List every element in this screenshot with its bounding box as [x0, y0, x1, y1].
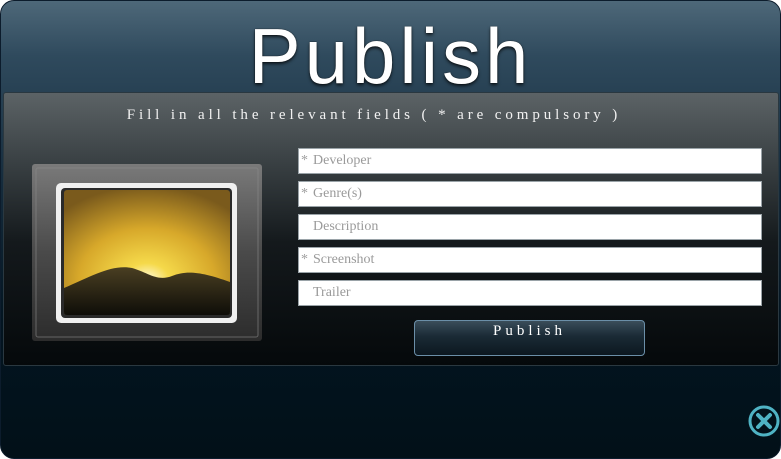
dialog-title: Publish [248, 12, 533, 100]
publish-dialog: Publish Fill in all the relevant fields … [0, 0, 781, 459]
trailer-field[interactable]: Trailer [298, 280, 762, 306]
required-marker: * [301, 252, 308, 267]
genre-placeholder: Genre(s) [313, 186, 362, 201]
required-marker: * [301, 153, 308, 168]
developer-field[interactable]: * Developer [298, 148, 762, 174]
description-field[interactable]: Description [298, 214, 762, 240]
developer-placeholder: Developer [313, 153, 372, 168]
required-marker: * [301, 186, 308, 201]
instructions-text: Fill in all the relevant fields ( * are … [126, 107, 622, 123]
close-icon[interactable] [747, 404, 780, 438]
image-placeholder-icon[interactable] [32, 164, 262, 341]
screenshot-placeholder: Screenshot [313, 252, 375, 267]
form-fields: * Developer * Genre(s) Description * Screen… [298, 148, 764, 313]
publish-button[interactable]: Publish [414, 320, 645, 356]
description-placeholder: Description [313, 219, 379, 234]
genre-field[interactable]: * Genre(s) [298, 181, 762, 207]
screenshot-field[interactable]: * Screenshot [298, 247, 762, 273]
form-panel: Fill in all the relevant fields ( * are … [3, 92, 779, 366]
trailer-placeholder: Trailer [313, 285, 351, 300]
